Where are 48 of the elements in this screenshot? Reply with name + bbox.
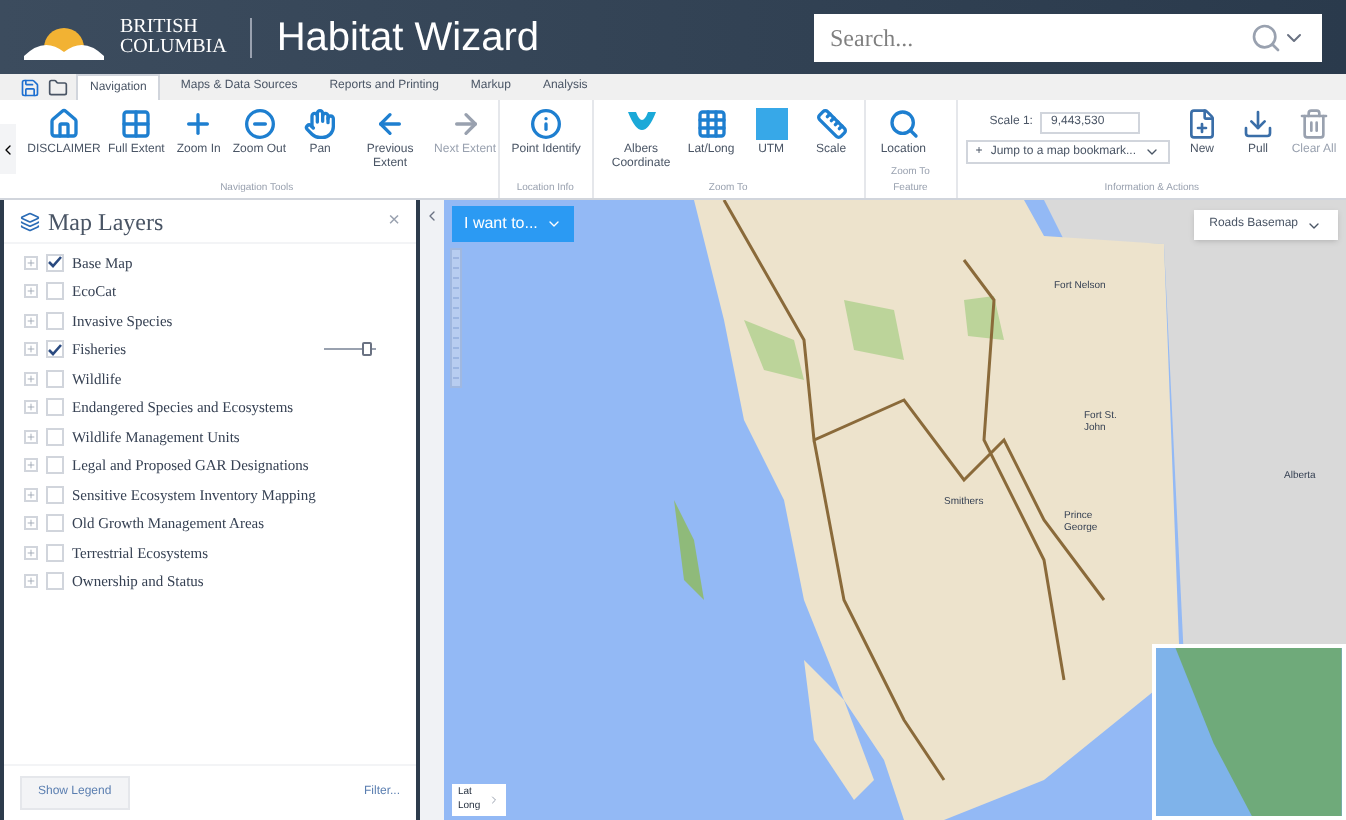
expand-toggle[interactable]: [24, 429, 38, 444]
check-icon: [48, 343, 62, 356]
logo-text: BRITISH: [120, 17, 200, 37]
expand-toggle[interactable]: [24, 342, 38, 357]
search-field[interactable]: Search...: [814, 13, 1322, 61]
logo-text: COLUMBIA: [120, 37, 227, 57]
opacity-slider[interactable]: [324, 341, 376, 358]
ribbon-icon: [449, 108, 482, 140]
ribbon-icon: [1186, 108, 1219, 140]
ribbon-icon: [1298, 108, 1331, 140]
scroll-left-button[interactable]: [0, 124, 16, 174]
search-icon: [1250, 21, 1282, 53]
expand-toggle[interactable]: [24, 400, 38, 415]
layer-checkbox[interactable]: [46, 253, 64, 272]
ribbon-icon: [695, 108, 728, 140]
ribbon-icon: [374, 108, 407, 140]
caret-icon: [1144, 144, 1161, 160]
expand-toggle[interactable]: [24, 574, 38, 589]
square-icon: [755, 108, 788, 140]
panel-title: Map Layers: [48, 205, 164, 239]
expand-toggle[interactable]: [24, 313, 38, 328]
expand-toggle[interactable]: [24, 487, 38, 502]
app-title: Habitat Wizard: [276, 13, 539, 63]
ribbon-icon: [1242, 108, 1275, 140]
save-icon[interactable]: [20, 77, 40, 97]
expand-toggle[interactable]: [24, 458, 38, 473]
expand-toggle[interactable]: [24, 284, 38, 299]
ribbon-icon: [304, 108, 337, 140]
check-icon: [48, 256, 62, 269]
chevron-left-icon: [0, 141, 16, 157]
ribbon-icon: [815, 108, 848, 140]
ribbon-icon: [48, 108, 80, 140]
expand-toggle[interactable]: [24, 255, 38, 270]
ribbon-icon: [120, 108, 153, 140]
ribbon-icon: [182, 108, 215, 140]
layers-icon: [20, 211, 40, 231]
ribbon-icon: [887, 108, 920, 140]
expand-toggle[interactable]: [24, 516, 38, 531]
zoom-scale-drawing: [450, 248, 462, 388]
ribbon-icon: [530, 108, 563, 140]
slider-thumb[interactable]: [362, 342, 373, 357]
expand-toggle[interactable]: [24, 371, 38, 386]
layer-checkbox[interactable]: [46, 340, 64, 359]
search-input[interactable]: Search...: [830, 19, 1250, 55]
folder-icon[interactable]: [48, 77, 68, 97]
expand-toggle[interactable]: [24, 545, 38, 560]
caret-icon: [545, 216, 562, 232]
ribbon-icon: [243, 108, 276, 140]
